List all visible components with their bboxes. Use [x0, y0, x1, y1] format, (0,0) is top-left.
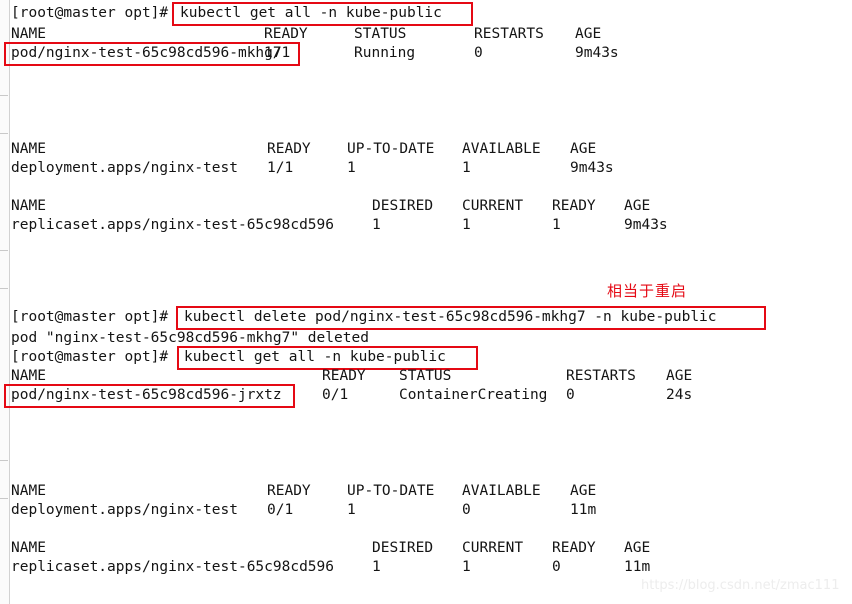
deployment-table-1-row-uptodate: 1 [347, 160, 356, 176]
gutter-tick [0, 498, 8, 499]
annotation-restart-note: 相当于重启 [607, 282, 688, 300]
deployment-table-2-header-age: AGE [570, 483, 597, 499]
pod-table-1-row-age: 9m43s [575, 45, 619, 61]
deployment-table-2-header-name: NAME [11, 483, 46, 499]
pod-table-2-row-age: 24s [666, 387, 693, 403]
replicaset-table-1-row-current: 1 [462, 217, 471, 233]
pod-table-1-row-name[interactable]: pod/nginx-test-65c98cd596-mkhg7 [11, 44, 282, 63]
replicaset-table-2-header-name: NAME [11, 540, 46, 556]
deployment-table-1-header-ready: READY [267, 141, 311, 157]
replicaset-table-1-header-age: AGE [624, 198, 651, 214]
command-get-all-1[interactable]: kubectl get all -n kube-public [180, 4, 442, 23]
replicaset-table-1-row-name[interactable]: replicaset.apps/nginx-test-65c98cd596 [11, 216, 334, 235]
pod-table-1-row-restarts: 0 [474, 45, 483, 61]
pod-table-2-row-name[interactable]: pod/nginx-test-65c98cd596-jrxtz [11, 386, 282, 405]
command-get-all-2[interactable]: kubectl get all -n kube-public [184, 348, 446, 367]
pod-table-2-header-ready: READY [322, 368, 366, 384]
pod-table-1-header-age: AGE [575, 26, 602, 42]
deployment-table-2-header-available: AVAILABLE [462, 483, 541, 499]
output-deleted-message: pod "nginx-test-65c98cd596-mkhg7" delete… [11, 330, 369, 346]
deployment-table-1-header-name: NAME [11, 141, 46, 157]
replicaset-table-2-row-ready: 0 [552, 559, 561, 575]
replicaset-table-1-header-ready: READY [552, 198, 596, 214]
deployment-table-1-header-age: AGE [570, 141, 597, 157]
gutter-tick [0, 288, 8, 289]
pod-table-2-row-status: ContainerCreating [399, 387, 548, 403]
command-delete-pod[interactable]: kubectl delete pod/nginx-test-65c98cd596… [184, 308, 717, 327]
deployment-table-1-header-uptodate: UP-TO-DATE [347, 141, 435, 157]
deployment-table-1-row-name[interactable]: deployment.apps/nginx-test [11, 159, 238, 178]
pod-table-2-header-age: AGE [666, 368, 693, 384]
gutter-tick [0, 133, 8, 134]
pod-table-1-header-name: NAME [11, 26, 46, 42]
deployment-table-2-header-ready: READY [267, 483, 311, 499]
replicaset-table-1-row-ready: 1 [552, 217, 561, 233]
replicaset-table-2-row-current: 1 [462, 559, 471, 575]
pod-table-1-header-status: STATUS [354, 26, 407, 42]
deployment-table-1-row-available: 1 [462, 160, 471, 176]
deployment-table-2-row-uptodate: 1 [347, 502, 356, 518]
replicaset-table-1-row-desired: 1 [372, 217, 381, 233]
prompt-1: [root@master opt]# [11, 5, 169, 21]
deployment-table-1-row-age: 9m43s [570, 160, 614, 176]
deployment-table-2-row-ready: 0/1 [267, 502, 294, 518]
pod-table-1-header-ready: READY [264, 26, 308, 42]
gutter-tick [0, 250, 8, 251]
replicaset-table-2-row-desired: 1 [372, 559, 381, 575]
replicaset-table-1-header-name: NAME [11, 198, 46, 214]
pod-table-1-row-status: Running [354, 45, 416, 61]
deployment-table-2-row-age: 11m [570, 502, 597, 518]
pod-table-2-header-restarts: RESTARTS [566, 368, 636, 384]
prompt-2: [root@master opt]# [11, 309, 169, 325]
replicaset-table-2-row-age: 11m [624, 559, 651, 575]
pod-table-1-row-ready: 1/1 [264, 45, 291, 61]
replicaset-table-2-row-name[interactable]: replicaset.apps/nginx-test-65c98cd596 [11, 558, 334, 577]
deployment-table-1-row-ready: 1/1 [267, 160, 294, 176]
pod-table-2-row-restarts: 0 [566, 387, 575, 403]
csdn-watermark: https://blog.csdn.net/zmac111 [641, 578, 840, 593]
replicaset-table-1-row-age: 9m43s [624, 217, 668, 233]
pod-table-2-header-status: STATUS [399, 368, 452, 384]
left-gutter [0, 0, 10, 604]
replicaset-table-2-header-ready: READY [552, 540, 596, 556]
pod-table-2-header-name: NAME [11, 368, 46, 384]
gutter-tick [0, 95, 8, 96]
gutter-tick [0, 460, 8, 461]
replicaset-table-1-header-desired: DESIRED [372, 198, 434, 214]
deployment-table-1-header-available: AVAILABLE [462, 141, 541, 157]
replicaset-table-2-header-age: AGE [624, 540, 651, 556]
terminal-output-pane[interactable]: [root@master opt]# kubectl get all -n ku… [0, 0, 852, 604]
replicaset-table-2-header-current: CURRENT [462, 540, 524, 556]
replicaset-table-2-header-desired: DESIRED [372, 540, 434, 556]
deployment-table-2-header-uptodate: UP-TO-DATE [347, 483, 435, 499]
pod-table-1-header-restarts: RESTARTS [474, 26, 544, 42]
deployment-table-2-row-available: 0 [462, 502, 471, 518]
deployment-table-2-row-name[interactable]: deployment.apps/nginx-test [11, 501, 238, 520]
pod-table-2-row-ready: 0/1 [322, 387, 349, 403]
replicaset-table-1-header-current: CURRENT [462, 198, 524, 214]
prompt-3: [root@master opt]# [11, 349, 169, 365]
